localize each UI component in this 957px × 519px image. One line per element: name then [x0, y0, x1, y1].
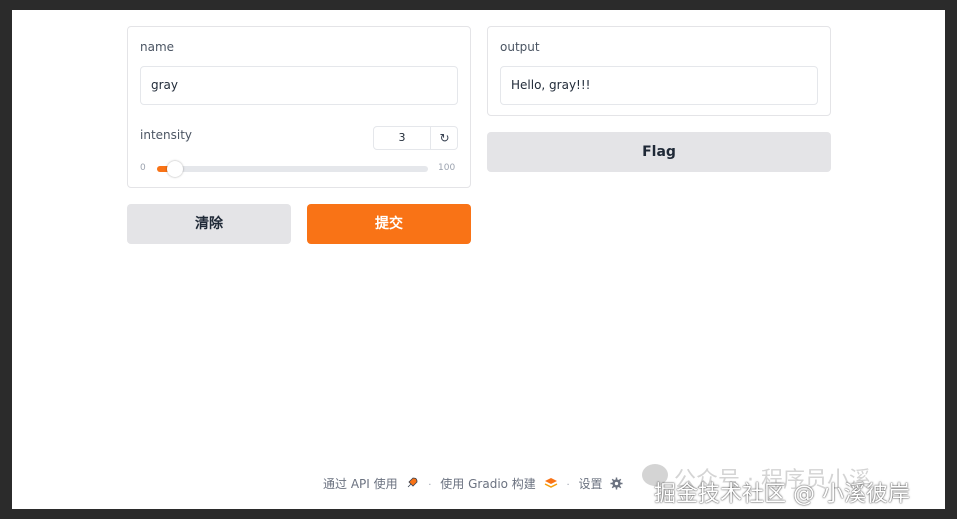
output-textbox[interactable]: Hello, gray!!! — [500, 66, 818, 105]
clear-button[interactable]: 清除 — [127, 204, 291, 244]
watermark-juejin: 掘金技术社区 @ 小溪彼岸 — [654, 482, 910, 507]
name-label: name — [140, 40, 175, 54]
intensity-slider[interactable] — [157, 161, 428, 177]
footer-separator: · — [428, 480, 432, 491]
rocket-icon — [408, 477, 418, 488]
output-label: output — [500, 40, 540, 54]
api-link[interactable]: 通过 API 使用 — [323, 477, 398, 491]
gradio-link[interactable]: 使用 Gradio 构建 — [440, 477, 536, 491]
intensity-number-input[interactable]: 3 ↻ — [373, 126, 458, 150]
footer-separator-2: · — [566, 480, 570, 491]
slider-max-label: 100 — [438, 163, 456, 173]
gear-icon[interactable] — [610, 477, 623, 490]
slider-min-label: 0 — [140, 163, 146, 173]
slider-thumb[interactable] — [167, 161, 184, 177]
submit-button[interactable]: 提交 — [307, 204, 471, 244]
intensity-label: intensity — [140, 128, 193, 142]
app-frame: name gray intensity 3 ↻ 0 100 清除 提交 outp… — [12, 10, 945, 509]
settings-link[interactable]: 设置 — [578, 477, 602, 491]
flag-button[interactable]: Flag — [487, 132, 831, 172]
gradio-logo-icon — [544, 478, 557, 488]
name-input[interactable]: gray — [140, 66, 458, 105]
footer: 通过 API 使用 · 使用 Gradio 构建 · 设置 — [323, 475, 623, 492]
output-panel: output Hello, gray!!! — [487, 26, 831, 116]
intensity-value[interactable]: 3 — [374, 127, 431, 149]
input-panel: name gray intensity 3 ↻ 0 100 — [127, 26, 471, 188]
reset-icon[interactable]: ↻ — [431, 127, 458, 149]
